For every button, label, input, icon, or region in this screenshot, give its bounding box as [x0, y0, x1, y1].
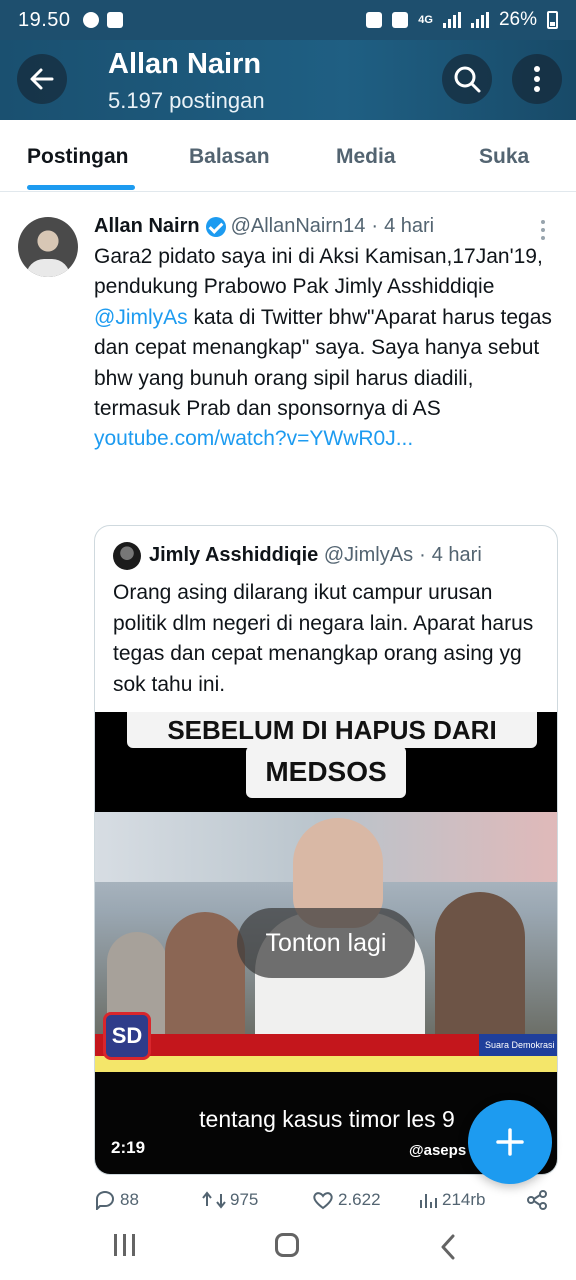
tab-media[interactable]: Media	[336, 145, 396, 169]
tweet[interactable]: Allan Nairn @AllanNairn14 · 4 hari Gara2…	[0, 200, 576, 1220]
quote-author-handle: @JimlyAs	[323, 544, 414, 566]
tweet-time[interactable]: 4 hari	[384, 215, 434, 238]
arrow-left-icon	[30, 68, 54, 90]
status-time: 19.50	[18, 8, 71, 31]
mute-icon	[392, 12, 409, 28]
compose-button[interactable]	[468, 1100, 552, 1184]
notification-icon	[82, 12, 99, 28]
repost-icon	[202, 1191, 226, 1209]
ticker-label: Suara Demokrasi	[479, 1034, 557, 1056]
quote-header: Jimly Asshiddiqie @JimlyAs · 4 hari	[149, 544, 482, 567]
plus-icon	[496, 1128, 524, 1156]
tab-balasan[interactable]: Balasan	[189, 145, 270, 169]
video-duration: 2:19	[111, 1138, 146, 1157]
home-button[interactable]	[275, 1233, 299, 1257]
more-vertical-icon	[534, 66, 540, 92]
avatar[interactable]	[18, 217, 78, 277]
nav-back-button[interactable]	[440, 1234, 456, 1260]
search-icon	[454, 66, 481, 93]
share-icon	[527, 1190, 547, 1210]
image-icon	[106, 12, 123, 28]
signal-icon	[442, 12, 461, 28]
channel-logo: SD	[103, 1012, 151, 1060]
signal-icon-2	[470, 12, 489, 28]
quoted-tweet[interactable]: Jimly Asshiddiqie @JimlyAs · 4 hari Orang …	[94, 525, 558, 1175]
views-icon	[420, 1194, 437, 1208]
youtube-link[interactable]: youtube.com/watch?v=YWwR0J...	[94, 424, 564, 454]
system-nav-bar	[0, 1214, 576, 1280]
recents-button[interactable]	[114, 1234, 135, 1256]
post-count: 5.197 postingan	[108, 88, 265, 113]
heart-icon	[313, 1192, 333, 1210]
status-bar: 19.50 4G 26%	[0, 0, 576, 40]
network-label: 4G	[418, 14, 433, 26]
page-title: Allan Nairn	[108, 48, 262, 80]
video-banner-line1: SEBELUM DI HAPUS DARI	[127, 712, 537, 748]
mention-link[interactable]: @JimlyAs	[94, 306, 188, 329]
author-name[interactable]: Allan Nairn	[94, 215, 200, 238]
video-banner: SEBELUM DI HAPUS DARI MEDSOS	[95, 712, 557, 812]
active-tab-indicator	[27, 185, 135, 190]
author-handle[interactable]: @AllanNairn14	[231, 215, 366, 238]
verified-badge-icon	[205, 216, 226, 237]
views-button[interactable]: 214rb	[418, 1190, 485, 1210]
video-watermark: @aseps	[409, 1142, 467, 1159]
profile-tabs: Postingan Balasan Media Suka	[0, 120, 576, 192]
tab-postingan[interactable]: Postingan	[27, 145, 129, 169]
reply-count: 88	[120, 1190, 139, 1209]
subtitle-strip	[95, 1056, 557, 1072]
tweet-text: Gara2 pidato saya ini di Aksi Kamisan,17…	[94, 242, 564, 455]
tweet-more-button[interactable]	[541, 220, 549, 240]
separator-dot: ·	[419, 544, 426, 566]
share-button[interactable]	[526, 1190, 548, 1210]
reply-icon	[96, 1191, 114, 1210]
quote-author-name: Jimly Asshiddiqie	[149, 544, 319, 566]
tweet-actions: 88 975 2.622 214rb	[0, 1188, 576, 1212]
video-banner-line2: MEDSOS	[246, 746, 406, 798]
separator-dot: ·	[371, 215, 379, 237]
views-count: 214rb	[442, 1190, 486, 1209]
replay-button[interactable]: Tonton lagi	[237, 908, 415, 978]
lock-icon	[366, 12, 383, 28]
tweet-text-part1: Gara2 pidato saya ini di Aksi Kamisan,17…	[94, 245, 543, 299]
profile-header: Allan Nairn 5.197 postingan	[0, 40, 576, 120]
repost-count: 975	[230, 1190, 259, 1209]
more-options-button[interactable]	[512, 54, 562, 104]
tab-suka[interactable]: Suka	[479, 145, 529, 169]
battery-percent: 26%	[498, 9, 537, 30]
repost-button[interactable]: 975	[202, 1190, 258, 1210]
quote-time: 4 hari	[431, 544, 482, 566]
back-button[interactable]	[17, 54, 67, 104]
search-button[interactable]	[442, 54, 492, 104]
like-button[interactable]: 2.622	[312, 1190, 381, 1210]
reply-button[interactable]: 88	[94, 1190, 139, 1210]
quote-text: Orang asing dilarang ikut campur urusan …	[113, 581, 534, 696]
battery-icon	[547, 11, 558, 29]
tweet-header: Allan Nairn @AllanNairn14 · 4 hari	[94, 215, 434, 238]
like-count: 2.622	[338, 1190, 381, 1209]
quote-avatar	[113, 542, 141, 570]
